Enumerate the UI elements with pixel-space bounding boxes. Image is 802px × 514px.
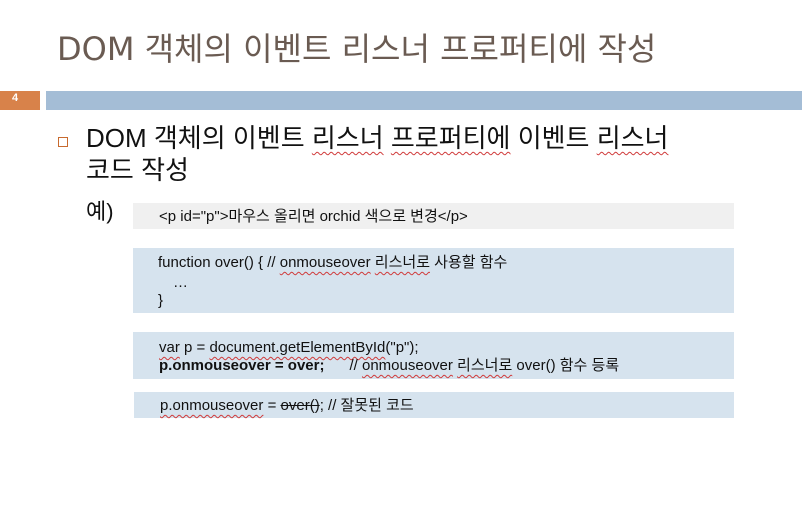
- bullet-text: DOM 객체의 이벤트 리스너 프로퍼티에 이벤트 리스너 코드 작성: [86, 122, 786, 186]
- register-code-line-2: p.onmouseover = over; // onmouseover 리스너…: [159, 356, 619, 375]
- bullet-text-event: 이벤트: [510, 123, 597, 153]
- register-code-line-1: var p = document.getElementById("p");: [159, 338, 419, 357]
- code-assignment: p.onmouseover = over;: [159, 357, 325, 374]
- example-label: 예): [86, 199, 114, 224]
- code-text: p =: [179, 339, 210, 356]
- function-code-line-1: function over() { // onmouseover 리스너로 사용…: [158, 253, 507, 272]
- code-onmouseover: onmouseover: [279, 254, 371, 271]
- bullet-text-part: DOM 객체의 이벤트: [86, 123, 312, 153]
- slide-number-box: 4: [0, 91, 40, 110]
- bullet-text-property: 프로퍼티에: [390, 123, 511, 153]
- slide-number: 4: [12, 92, 19, 104]
- code-listener-word: 리스너로: [374, 254, 430, 271]
- wrong-code-box: p.onmouseover = over(); // 잘못된 코드: [134, 392, 734, 418]
- bullet-text-line2: 코드 작성: [86, 155, 189, 185]
- code-text: ("p");: [385, 339, 419, 356]
- code-text: over() 함수 등록: [512, 357, 620, 374]
- function-code-line-2: …: [173, 274, 188, 291]
- code-comment-start: //: [324, 357, 362, 374]
- html-code-line: <p id="p">마우스 올리면 orchid 색으로 변경</p>: [159, 208, 468, 225]
- code-onmouseover: onmouseover: [361, 357, 453, 374]
- code-var: var: [159, 339, 180, 356]
- code-onmouseover-prop: p.onmouseover: [160, 397, 264, 414]
- code-getelementbyid: document.getElementById: [209, 339, 386, 356]
- function-code-box: function over() { // onmouseover 리스너로 사용…: [133, 248, 734, 313]
- wrong-code-line: p.onmouseover = over(); // 잘못된 코드: [160, 396, 414, 415]
- square-bullet-icon: [58, 137, 68, 147]
- code-text: 사용할 함수: [430, 254, 508, 271]
- code-strikethrough-call: over(): [280, 397, 320, 414]
- bullet-text-space: [384, 123, 391, 153]
- bullet-text-listener: 리스너: [311, 123, 384, 153]
- html-code-box: <p id="p">마우스 올리면 orchid 색으로 변경</p>: [133, 203, 734, 229]
- slide-title: DOM 객체의 이벤트 리스너 프로퍼티에 작성: [57, 30, 657, 68]
- code-text: function over() { //: [158, 254, 280, 271]
- bullet-text-listener-2: 리스너: [596, 123, 669, 153]
- header-bar: [46, 91, 802, 110]
- code-listener-word: 리스너로: [457, 357, 513, 374]
- function-code-line-3: }: [158, 292, 164, 309]
- register-code-box: var p = document.getElementById("p"); p.…: [133, 332, 734, 379]
- code-text: ; // 잘못된 코드: [319, 397, 414, 414]
- code-text: =: [263, 397, 281, 414]
